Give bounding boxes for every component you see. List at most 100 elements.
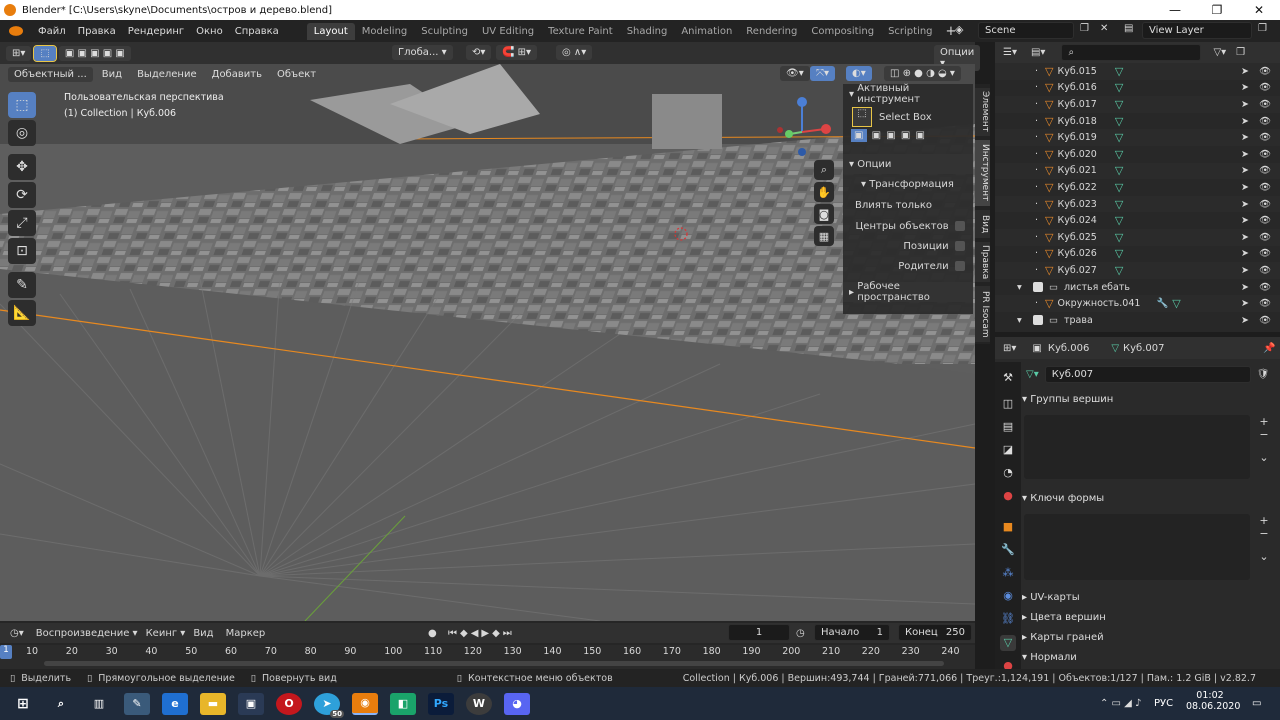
scale-tool-icon[interactable]: ⤢ [8, 210, 36, 236]
normals-header[interactable]: ▾ Нормали [1022, 648, 1276, 666]
mesh-data-icon[interactable]: ▽ [1115, 198, 1123, 211]
outliner-item-label[interactable]: трава [1064, 315, 1093, 326]
select-box-tool-icon[interactable]: ⬚ [8, 92, 36, 118]
menu-select[interactable]: Выделение [131, 67, 203, 82]
fake-user-icon[interactable]: 🛡 [1257, 369, 1270, 380]
selectable-arrow-icon[interactable]: ➤ [1241, 315, 1249, 326]
timeline-scrollbar[interactable] [44, 661, 944, 666]
object-triangle-icon[interactable]: ▽ [1045, 264, 1053, 277]
object-triangle-icon[interactable]: ▽ [1045, 98, 1053, 111]
outliner-item-label[interactable]: Куб.020 [1057, 149, 1096, 160]
close-icon[interactable]: ✕ [1238, 0, 1280, 20]
outliner-item-label[interactable]: Куб.018 [1057, 116, 1096, 127]
selectable-arrow-icon[interactable]: ➤ [1241, 82, 1249, 93]
selectable-arrow-icon[interactable]: ➤ [1241, 298, 1249, 309]
tab-view[interactable]: Вид [975, 210, 990, 238]
vertex-groups-header[interactable]: ▾ Группы вершин [1022, 390, 1276, 408]
properties-editor-icon[interactable]: ⊞▾ [1003, 343, 1016, 354]
mesh-name-field[interactable]: Куб.007 [1044, 365, 1251, 383]
current-frame-field[interactable]: 1 [728, 624, 790, 641]
visibility-eye-icon[interactable]: 👁 [1259, 182, 1271, 193]
outliner-object-row[interactable]: · ▽ Куб.024 ▽ ➤ 👁 [995, 212, 1280, 229]
outliner-object-row[interactable]: · ▽ Окружность.041 🔧 ▽ ➤ 👁 [995, 295, 1280, 312]
mesh-data-icon[interactable]: ▽ [1115, 131, 1123, 144]
measure-tool-icon[interactable]: 📐 [8, 300, 36, 326]
start-frame-field[interactable]: Начало 1 [814, 624, 890, 641]
visibility-icon[interactable]: 👁▾ [780, 66, 810, 81]
telegram-icon[interactable]: ➤ 50 [314, 692, 344, 718]
outliner-item-label[interactable]: Куб.026 [1057, 248, 1096, 259]
menu-render[interactable]: Рендеринг [122, 26, 190, 37]
new-scene-icon[interactable]: ❐ [1080, 23, 1089, 34]
windows-start-icon[interactable]: ⊞ [10, 693, 36, 715]
grid-icon[interactable]: ▦ [814, 226, 834, 246]
box-modes-icon[interactable]: ▣ ▣ ▣ ▣ ▣ [58, 45, 131, 61]
object-triangle-icon[interactable]: ▽ [1045, 198, 1053, 211]
tab-pr-isocam[interactable]: PR Isocam [975, 286, 990, 342]
visibility-eye-icon[interactable]: 👁 [1259, 132, 1271, 143]
mesh-data-icon[interactable]: ▽ [1000, 635, 1016, 651]
outliner-object-row[interactable]: · ▽ Куб.019 ▽ ➤ 👁 [995, 129, 1280, 146]
object-triangle-icon[interactable]: ▽ [1045, 297, 1053, 310]
visibility-eye-icon[interactable]: 👁 [1259, 99, 1271, 110]
outliner-item-label[interactable]: Окружность.041 [1057, 298, 1140, 309]
mesh-data-icon[interactable]: ▽ [1115, 231, 1123, 244]
tab-texture-paint[interactable]: Texture Paint [541, 23, 620, 40]
annotate-tool-icon[interactable]: ✎ [8, 272, 36, 298]
select-mode-buttons[interactable]: ▣ ▣ ▣ ▣ ▣ [843, 129, 973, 148]
tab-layout[interactable]: Layout [306, 22, 355, 40]
selectable-arrow-icon[interactable]: ➤ [1241, 99, 1249, 110]
shading-modes-icon[interactable]: ◫ ⊕ ● ◑ ◒ ▾ [884, 66, 961, 81]
selectable-arrow-icon[interactable]: ➤ [1241, 182, 1249, 193]
mesh-data-icon[interactable]: ▽ [1115, 81, 1123, 94]
selectable-arrow-icon[interactable]: ➤ [1241, 132, 1249, 143]
menu-help[interactable]: Справка [229, 26, 285, 37]
outliner-item-label[interactable]: Куб.017 [1057, 99, 1096, 110]
overlay-toggle-icon[interactable]: ◐▾ [846, 66, 872, 81]
mesh-data-icon[interactable]: ▽ [1115, 115, 1123, 128]
outliner-collection-row[interactable]: ▾ ▭ листья ебать ➤ 👁 [995, 279, 1280, 296]
discord-icon[interactable]: ◕ [504, 692, 530, 715]
outliner-item-label[interactable]: Куб.024 [1057, 215, 1096, 226]
visibility-eye-icon[interactable]: 👁 [1259, 265, 1271, 276]
object-triangle-icon[interactable]: ▽ [1045, 148, 1053, 161]
filter-icon[interactable]: ▽▾ [1213, 47, 1226, 58]
shape-keys-header[interactable]: ▾ Ключи формы [1022, 489, 1276, 507]
task-view-icon[interactable]: ▥ [86, 693, 112, 715]
tab-scripting[interactable]: Scripting [881, 23, 939, 40]
3d-viewport[interactable]: Пользовательская перспектива (1) Collect… [0, 64, 975, 621]
file-explorer-icon[interactable]: ▬ [200, 692, 226, 715]
scene-props-icon[interactable]: ◔ [1000, 465, 1016, 481]
editor-type-icon[interactable]: ⊞▾ [6, 45, 32, 61]
timeline-ruler[interactable]: 1 10 20 30 40 50 60 70 80 90 100 110 120 130 140 150 16… [0, 645, 975, 669]
object-triangle-icon[interactable]: ▽ [1045, 65, 1053, 78]
visibility-eye-icon[interactable]: 👁 [1259, 248, 1271, 259]
expand-icon[interactable]: ▾ [1017, 315, 1027, 326]
clock[interactable]: 01:02 08.06.2020 [1186, 690, 1240, 712]
selectable-arrow-icon[interactable]: ➤ [1241, 282, 1249, 293]
mesh-data-icon[interactable]: ▽ [1172, 297, 1180, 310]
pivot-icon[interactable]: ⟲▾ [466, 45, 492, 60]
workspace-header[interactable]: ▸ Рабочее пространство [843, 281, 973, 303]
origins-checkbox[interactable] [955, 221, 965, 231]
object-triangle-icon[interactable]: ▽ [1045, 247, 1053, 260]
scene-field[interactable]: Scene [978, 22, 1074, 39]
outliner-item-label[interactable]: Куб.015 [1057, 66, 1096, 77]
blender-menu-icon[interactable] [9, 26, 23, 36]
pin-icon[interactable]: 📌 [1263, 343, 1275, 354]
object-triangle-icon[interactable]: ▽ [1045, 181, 1053, 194]
menu-view[interactable]: Вид [96, 67, 128, 82]
modifier-wrench-icon[interactable]: 🔧 [1156, 298, 1168, 309]
app-w-icon[interactable]: W [466, 692, 492, 715]
mesh-data-icon[interactable]: ▽ [1115, 247, 1123, 260]
language-indicator[interactable]: РУС [1154, 698, 1173, 709]
collection-checkbox[interactable] [1033, 282, 1043, 293]
world-icon[interactable]: ● [1000, 488, 1016, 504]
outliner-item-label[interactable]: листья ебать [1064, 282, 1130, 293]
pan-hand-icon[interactable]: ✋ [814, 182, 834, 202]
snap-icon[interactable]: 🧲 ⊞▾ [496, 45, 538, 60]
keying-menu[interactable]: Кеинг ▾ [146, 628, 186, 639]
physics-icon[interactable]: ◉ [1000, 588, 1016, 604]
minimize-icon[interactable]: — [1154, 0, 1196, 20]
maximize-icon[interactable]: ❐ [1196, 0, 1238, 20]
